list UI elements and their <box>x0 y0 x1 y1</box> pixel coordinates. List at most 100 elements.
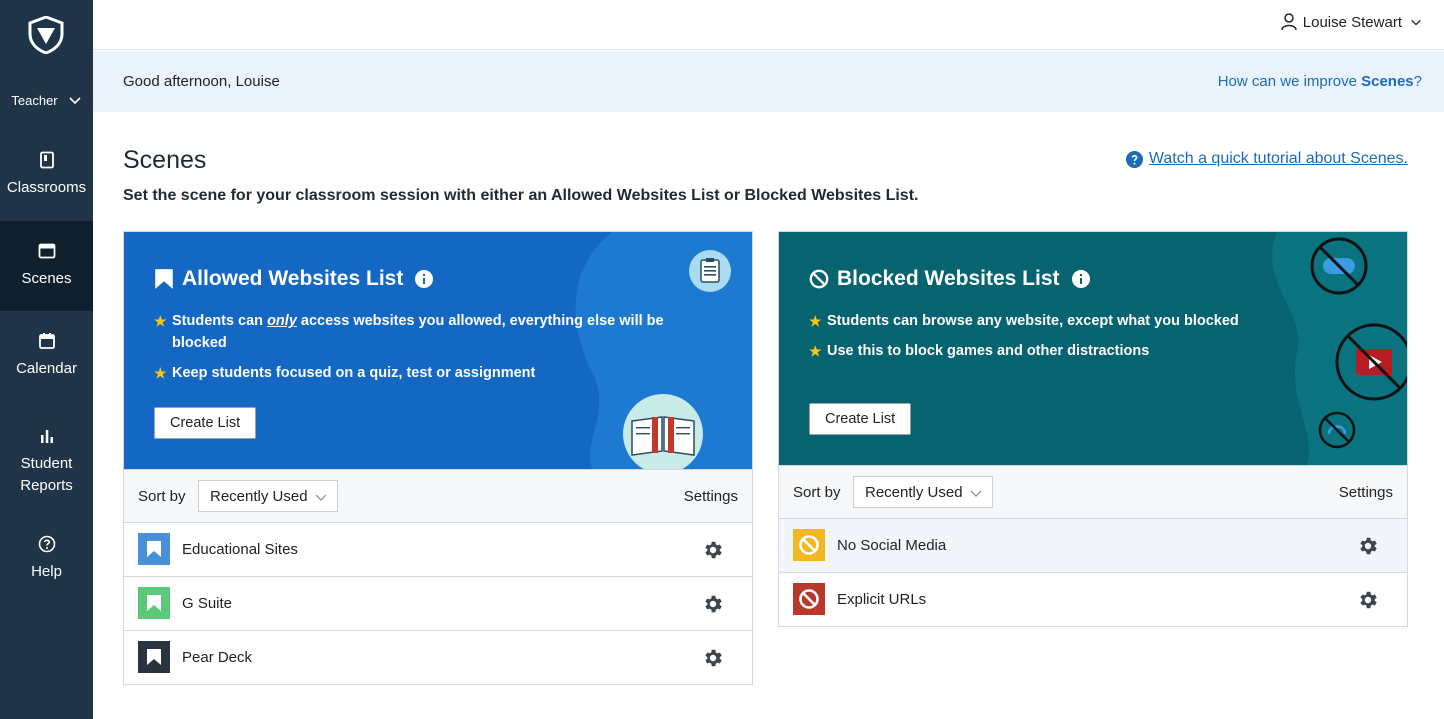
allowed-websites-card: Allowed Websites List ★ Students can onl… <box>123 231 753 685</box>
blocked-title-text: Blocked Websites List <box>837 267 1060 290</box>
user-name: Louise Stewart <box>1302 13 1402 31</box>
blocked-lists: No Social Media Explicit URLs <box>779 519 1407 627</box>
open-book-illustration <box>623 394 703 469</box>
question-circle-icon <box>1125 150 1143 168</box>
role-selector[interactable]: Teacher <box>0 88 93 112</box>
bookmark-icon <box>138 587 170 619</box>
bullet-text: Keep students focused on a quiz, test or… <box>172 365 536 381</box>
star-icon: ★ <box>154 313 167 329</box>
star-icon: ★ <box>154 365 167 381</box>
logo-shield-icon[interactable] <box>28 16 64 54</box>
list-item[interactable]: G Suite <box>124 577 752 631</box>
gear-icon[interactable] <box>1357 535 1379 557</box>
greeting-bar: Good afternoon, Louise How can we improv… <box>93 51 1444 112</box>
block-icon <box>793 583 825 615</box>
star-icon: ★ <box>809 343 822 359</box>
chevron-down-icon <box>315 494 327 501</box>
sort-value: Recently Used <box>210 487 308 505</box>
list-name: Pear Deck <box>182 649 253 666</box>
sort-label: Sort by <box>793 484 841 501</box>
greeting-text: Good afternoon, Louise <box>123 73 280 90</box>
allowed-lists: Educational Sites G Suite Pear Deck <box>124 523 752 685</box>
no-video-illustration <box>1335 323 1407 401</box>
sidebar-item-student-reports[interactable]: Student Reports <box>0 412 93 512</box>
sort-dropdown[interactable]: Recently Used <box>198 480 338 512</box>
sidebar-item-classrooms[interactable]: Classrooms <box>0 130 93 220</box>
sort-label: Sort by <box>138 488 186 505</box>
bullet-text: Students can only access websites you al… <box>172 313 664 351</box>
improve-suffix: ? <box>1413 73 1422 90</box>
no-music-illustration <box>1318 411 1356 449</box>
sidebar-item-label: Calendar <box>16 360 77 377</box>
allowed-title-text: Allowed Websites List <box>182 267 404 290</box>
sidebar-item-label: Classrooms <box>6 179 87 196</box>
no-games-illustration <box>1310 237 1368 295</box>
bookmark-icon <box>155 269 173 289</box>
bookmark-icon <box>138 533 170 565</box>
create-blocked-list-button[interactable]: Create List <box>809 403 912 435</box>
settings-column-label: Settings <box>683 488 738 505</box>
list-name: Explicit URLs <box>837 591 927 608</box>
star-icon: ★ <box>809 313 822 329</box>
help-icon <box>38 535 55 553</box>
bar-chart-icon <box>40 430 53 443</box>
allowed-hero: Allowed Websites List ★ Students can onl… <box>124 232 752 469</box>
sidebar-item-scenes[interactable]: Scenes <box>0 221 93 311</box>
blocked-bullets: ★ Students can browse any website, excep… <box>809 310 1319 370</box>
sidebar-item-label: Student Reports <box>20 455 73 494</box>
page-subtitle: Set the scene for your classroom session… <box>123 187 919 204</box>
chevron-down-icon <box>69 97 81 105</box>
improve-bold: Scenes <box>1361 73 1414 90</box>
sidebar-item-label: Help <box>31 563 62 580</box>
bullet-text: Students can browse any website, except … <box>827 313 1239 329</box>
sidebar: Teacher Classrooms Scenes Calendar Stude… <box>0 0 93 719</box>
blocked-title: Blocked Websites List <box>809 267 1090 291</box>
bullet-item: ★ Use this to block games and other dist… <box>809 340 1319 362</box>
list-item[interactable]: No Social Media <box>779 519 1407 573</box>
block-icon <box>793 529 825 561</box>
list-item[interactable]: Pear Deck <box>124 631 752 685</box>
info-icon[interactable] <box>1071 270 1090 288</box>
user-menu[interactable]: Louise Stewart <box>1281 13 1422 31</box>
bullet-item: ★ Students can only access websites you … <box>154 310 664 354</box>
settings-column-label: Settings <box>1338 484 1393 501</box>
page-title: Scenes <box>123 146 207 174</box>
block-icon <box>809 269 829 289</box>
gear-icon[interactable] <box>702 539 724 561</box>
improve-prefix: How can we improve <box>1217 73 1362 90</box>
allowed-title: Allowed Websites List <box>154 267 434 291</box>
blocked-websites-card: Blocked Websites List ★ Students can bro… <box>778 231 1408 627</box>
gear-icon[interactable] <box>702 593 724 615</box>
gear-icon[interactable] <box>702 647 724 669</box>
allowed-sort-bar: Sort by Recently Used Settings <box>124 469 752 523</box>
create-allowed-list-button[interactable]: Create List <box>154 407 257 439</box>
blocked-hero: Blocked Websites List ★ Students can bro… <box>779 232 1407 465</box>
info-icon[interactable] <box>415 270 434 288</box>
bookmark-icon <box>138 641 170 673</box>
sidebar-item-calendar[interactable]: Calendar <box>0 311 93 401</box>
bullet-item: ★ Students can browse any website, excep… <box>809 310 1319 332</box>
list-name: No Social Media <box>837 537 947 554</box>
browser-window-icon <box>38 243 55 259</box>
list-name: Educational Sites <box>182 541 298 558</box>
list-item[interactable]: Educational Sites <box>124 523 752 577</box>
book-icon <box>39 151 54 169</box>
chevron-down-icon <box>970 490 982 497</box>
blocked-sort-bar: Sort by Recently Used Settings <box>779 465 1407 519</box>
user-icon <box>1281 13 1297 31</box>
chevron-down-icon <box>1411 19 1421 26</box>
list-item[interactable]: Explicit URLs <box>779 573 1407 627</box>
improve-feedback-link[interactable]: How can we improve Scenes? <box>1218 73 1422 90</box>
bullet-text: Use this to block games and other distra… <box>827 343 1150 359</box>
allowed-bullets: ★ Students can only access websites you … <box>154 310 664 392</box>
top-bar: Louise Stewart <box>93 0 1444 50</box>
list-name: G Suite <box>182 595 233 612</box>
sort-dropdown[interactable]: Recently Used <box>853 476 993 508</box>
sort-value: Recently Used <box>865 483 963 501</box>
sidebar-item-help[interactable]: Help <box>0 514 93 604</box>
bullet-item: ★ Keep students focused on a quiz, test … <box>154 362 664 384</box>
gear-icon[interactable] <box>1357 589 1379 611</box>
sidebar-item-label: Scenes <box>21 270 72 287</box>
tutorial-link[interactable]: Watch a quick tutorial about Scenes. <box>1125 150 1408 168</box>
clipboard-icon <box>689 250 731 292</box>
